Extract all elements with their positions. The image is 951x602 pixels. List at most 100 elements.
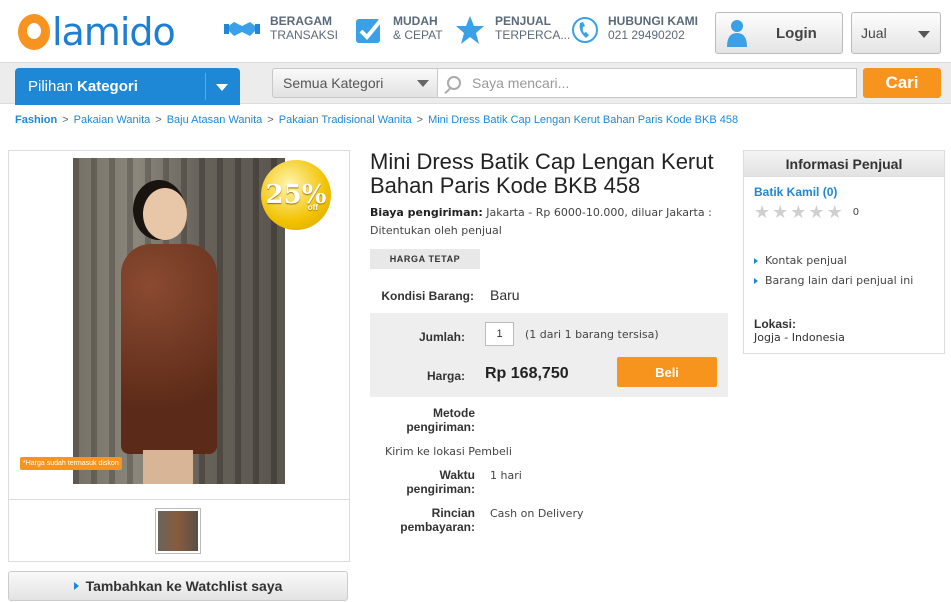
model-figure (113, 188, 223, 484)
category-select[interactable]: Semua Kategori (272, 68, 438, 98)
shipping-time-value: 1 hari (490, 469, 522, 482)
breadcrumb-link[interactable]: Pakaian Wanita (74, 114, 151, 126)
feature-mudah: MUDAH & CEPAT (355, 14, 443, 54)
search-icon (447, 76, 461, 90)
feature-title: MUDAH (393, 14, 438, 28)
shipping-label: Biaya pengiriman: (370, 206, 483, 219)
seller-info-panel: Informasi Penjual Batik Kamil (0) ★ ★ ★ ★ ★ … (743, 150, 945, 354)
label-line: Metode (433, 406, 475, 420)
link-label: Kontak penjual (765, 254, 847, 267)
product-thumbnail[interactable] (155, 508, 201, 554)
location-value: Jogja - Indonesia (754, 331, 845, 344)
breadcrumb-current[interactable]: Mini Dress Batik Cap Lengan Kerut Bahan … (428, 114, 738, 126)
shipping-info: Biaya pengiriman: Jakarta - Rp 6000-10.0… (370, 204, 730, 240)
feature-title: HUBUNGI KAMI (608, 14, 698, 28)
breadcrumb-separator: > (416, 114, 424, 126)
shipping-time-label: Waktu pengiriman: (370, 468, 475, 496)
discount-badge: 25% off (261, 160, 331, 230)
label-line: Rincian (431, 506, 475, 520)
condition-label: Kondisi Barang: (381, 289, 474, 303)
payment-details-value: Cash on Delivery (490, 507, 584, 520)
breadcrumb: Fashion > Pakaian Wanita > Baju Atasan Wanit… (15, 114, 738, 126)
product-image-panel: 25% off *Harga sudah termasuk diskon (8, 150, 350, 562)
phone-number: 021 29490202 (608, 28, 685, 42)
watchlist-button[interactable]: Tambahkan ke Watchlist saya (8, 571, 348, 601)
logo-mark-icon (18, 14, 50, 50)
feature-sub: & CEPAT (393, 28, 443, 42)
breadcrumb-separator: > (267, 114, 274, 126)
seller-rating: ★ ★ ★ ★ ★ 0 (754, 202, 859, 223)
lamido-logo[interactable]: lamido (18, 10, 176, 54)
buy-button[interactable]: Beli (617, 357, 717, 387)
feature-hubungi: HUBUNGI KAMI 021 29490202 (572, 14, 698, 54)
user-icon (727, 20, 747, 47)
search-bar: Pilihan Kategori Semua Kategori Saya men… (0, 62, 951, 105)
jual-select[interactable]: Jual (851, 12, 941, 54)
fixed-price-tag: HARGA TETAP (370, 249, 480, 269)
price-value: Rp 168,750 (485, 365, 569, 382)
price-label: Harga: (426, 369, 465, 383)
phone-icon (572, 17, 598, 43)
feature-title: PENJUAL (495, 14, 552, 28)
model-legs (143, 450, 193, 484)
breadcrumb-link[interactable]: Fashion (15, 114, 57, 126)
jual-label: Jual (861, 25, 887, 41)
logo-text: lamido (52, 10, 176, 54)
product-title: Mini Dress Batik Cap Lengan Kerut Bahan … (370, 149, 714, 198)
feature-sub: TERPERCA... (495, 28, 571, 42)
seller-score: (0) (822, 185, 838, 199)
star-icon: ★ (808, 202, 827, 223)
star-icon: ★ (772, 202, 791, 223)
watchlist-label: Tambahkan ke Watchlist saya (85, 578, 283, 594)
star-icon: ★ (790, 202, 809, 223)
chevron-down-icon (216, 84, 228, 91)
arrow-right-icon (754, 277, 758, 284)
site-header: lamido BERAGAM TRANSAKSI MUDAH & CEPAT P… (0, 0, 951, 62)
star-icon (456, 16, 484, 44)
breadcrumb-link[interactable]: Pakaian Tradisional Wanita (279, 114, 412, 126)
breadcrumb-separator: > (62, 114, 69, 126)
quantity-label: Jumlah: (418, 330, 465, 344)
category-select-value: Semua Kategori (283, 75, 384, 91)
discount-note: *Harga sudah termasuk diskon (20, 457, 122, 470)
login-button[interactable]: Login (715, 12, 843, 54)
batik-dress (121, 244, 217, 454)
star-icon: ★ (754, 202, 773, 223)
chevron-down-icon (918, 31, 930, 38)
shipping-method-value: Kirim ke lokasi Pembeli (385, 445, 512, 458)
breadcrumb-link[interactable]: Baju Atasan Wanita (167, 114, 263, 126)
link-label: Barang lain dari penjual ini (765, 274, 914, 287)
location-label: Lokasi: (754, 317, 797, 331)
label-line: Waktu (439, 468, 475, 482)
availability-text: (1 dari 1 barang tersisa) (525, 328, 659, 341)
feature-title: BERAGAM (270, 14, 332, 28)
model-head (143, 188, 187, 240)
payment-details-label: Rincian pembayaran: (370, 506, 475, 534)
divider (205, 73, 206, 100)
discount-suffix: off (307, 203, 318, 212)
thumbnail-image (158, 511, 198, 551)
quantity-input[interactable]: 1 (485, 322, 514, 346)
arrow-right-icon (754, 257, 758, 264)
feature-beragam: BERAGAM TRANSAKSI (224, 14, 338, 54)
purchase-box: Jumlah: 1 (1 dari 1 barang tersisa) Harg… (370, 313, 728, 397)
rating-count: 0 (852, 207, 860, 218)
login-label: Login (776, 24, 817, 42)
category-menu-bold: Kategori (77, 78, 138, 95)
category-menu-prefix: Pilihan (28, 78, 74, 95)
category-menu-button[interactable]: Pilihan Kategori (15, 68, 240, 105)
search-button[interactable]: Cari (863, 68, 941, 98)
feature-sub: TRANSAKSI (270, 28, 339, 42)
seller-name: Batik Kamil (754, 185, 820, 199)
thumbnail-strip (9, 499, 349, 561)
star-icon: ★ (826, 202, 845, 223)
arrow-right-icon (73, 582, 79, 590)
label-line: pembayaran: (400, 520, 475, 534)
seller-other-items-link[interactable]: Barang lain dari penjual ini (754, 274, 913, 287)
contact-seller-link[interactable]: Kontak penjual (754, 254, 847, 267)
search-input[interactable]: Saya mencari... (438, 68, 857, 98)
feature-penjual: PENJUAL TERPERCA... (455, 14, 570, 54)
chevron-down-icon (417, 80, 429, 87)
product-photo[interactable] (73, 158, 285, 484)
seller-name-link[interactable]: Batik Kamil (0) (754, 185, 837, 199)
